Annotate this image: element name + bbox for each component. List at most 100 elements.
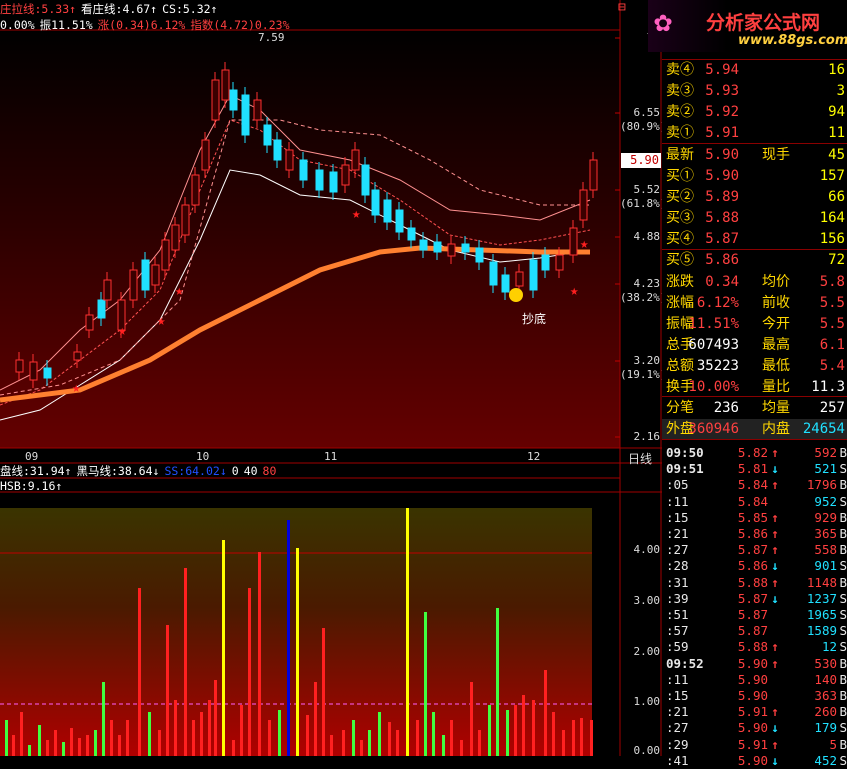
candle-body xyxy=(529,259,538,291)
quote-label2: 现手 xyxy=(762,147,790,163)
tick-volume: 592 xyxy=(814,445,837,460)
tick-price: 5.86 xyxy=(737,526,768,541)
sell-level-row[interactable]: 卖④ 5.94 16 xyxy=(662,60,847,81)
tick-volume: 363 xyxy=(814,688,837,703)
tick-row[interactable]: :05 5.84 ↑ 1796 B xyxy=(662,477,847,493)
tick-row[interactable]: :27 5.90 ↓ 179 S xyxy=(662,720,847,736)
tick-row[interactable]: :27 5.87 ↑ 558 B xyxy=(662,542,847,558)
stat-row[interactable]: 总额 35223 最低 5.4 xyxy=(662,356,847,377)
tick-price: 5.87 xyxy=(737,607,768,622)
volume-bar xyxy=(12,735,15,756)
arrow-up-icon: ↑ xyxy=(771,477,779,493)
stat-row[interactable]: 总手 607493 最高 6.1 xyxy=(662,335,847,356)
tick-row[interactable]: :15 5.90 363 B xyxy=(662,688,847,704)
sub-header-item: 盘线:31.94↑ xyxy=(0,464,72,478)
buy-level-row[interactable]: 买① 5.90 157 xyxy=(662,166,847,187)
main-header-line1: 庄拉线:5.33↑ 看庄线:4.67↑ CS:5.32↑ xyxy=(0,3,222,16)
tick-row[interactable]: :28 5.86 ↓ 901 S xyxy=(662,558,847,574)
quote-value2: 257 xyxy=(819,400,845,416)
quote-value2: 66 xyxy=(828,189,845,205)
main-header-item: 涨(0.34)6.12% xyxy=(97,18,186,32)
quote-label: 分笔 xyxy=(666,400,694,416)
arrow-up-icon: ↑ xyxy=(771,526,779,541)
volume-axis-label: 2.00 xyxy=(633,645,661,658)
latest-row[interactable]: 最新 5.90 现手 45 xyxy=(662,145,847,166)
sell-level-row[interactable]: 卖③ 5.93 3 xyxy=(662,81,847,102)
tick-time: :15 xyxy=(666,688,689,703)
volume-bar xyxy=(544,670,547,756)
candle-body xyxy=(273,139,282,161)
quote-value: 5.86 xyxy=(705,252,739,268)
quote-value: 5.90 xyxy=(705,147,739,163)
quote-value2: 5.4 xyxy=(819,358,845,374)
tick-time: :51 xyxy=(666,607,689,622)
tick-time: 09:52 xyxy=(666,655,704,671)
stat-row[interactable]: 涨幅 6.12% 前收 5.5 xyxy=(662,293,847,314)
tick-row[interactable]: 09:51 5.81 ↓ 521 S xyxy=(662,461,847,477)
quote-value2: 164 xyxy=(819,210,845,226)
tick-bs-flag: S xyxy=(839,720,847,736)
tick-row[interactable]: :39 5.87 ↓ 1237 S xyxy=(662,591,847,607)
volume-bar xyxy=(416,720,419,756)
tick-row[interactable]: :15 5.85 ↑ 929 B xyxy=(662,510,847,526)
tick-row[interactable]: :51 5.87 1965 S xyxy=(662,607,847,623)
stat-row[interactable]: 换手 10.00% 量比 11.3 xyxy=(662,377,847,398)
arrow-down-icon: ↓ xyxy=(771,590,779,606)
buy-level-row[interactable]: 买② 5.89 66 xyxy=(662,187,847,208)
stat-row[interactable]: 涨跌 0.34 均价 5.8 xyxy=(662,272,847,293)
tick-row[interactable]: :11 5.84 952 S xyxy=(662,494,847,510)
tick-row[interactable]: :31 5.88 ↑ 1148 B xyxy=(662,575,847,591)
period-label[interactable]: 日线 xyxy=(628,450,652,467)
tick-row[interactable]: :41 5.90 ↓ 452 S xyxy=(662,753,847,769)
candle-body xyxy=(29,361,38,381)
signal-star-icon: ★ xyxy=(570,283,579,299)
scroll-up-icon[interactable]: ⊟ xyxy=(618,0,626,15)
volume-bar xyxy=(184,568,187,756)
signal-star-icon: ★ xyxy=(72,380,81,396)
buy-level-row[interactable]: 买③ 5.88 164 xyxy=(662,208,847,229)
quote-value: 236 xyxy=(713,400,739,416)
volume-bar xyxy=(38,725,41,756)
volume-bar xyxy=(86,735,89,756)
outer-inner-row[interactable]: 外盘 360946 内盘 24654 xyxy=(662,419,847,440)
volume-bar xyxy=(54,730,57,756)
tick-volume: 365 xyxy=(814,526,837,541)
stat-row[interactable]: 分笔 236 均量 257 xyxy=(662,398,847,419)
volume-bar xyxy=(296,548,299,756)
volume-bar xyxy=(352,720,355,756)
tick-row[interactable]: :57 5.87 1589 S xyxy=(662,623,847,639)
buy-level-row[interactable]: 买④ 5.87 156 xyxy=(662,229,847,250)
tick-row[interactable]: :59 5.88 ↑ 12 S xyxy=(662,639,847,655)
tick-price: 5.84 xyxy=(737,493,768,509)
quote-value: 5.87 xyxy=(705,231,739,247)
chaodi-annotation: 抄底 xyxy=(522,312,547,326)
volume-bar xyxy=(222,540,225,756)
tick-volume: 1796 xyxy=(806,477,837,493)
tick-bs-flag: B xyxy=(839,542,847,558)
sell-level-row[interactable]: 卖② 5.92 94 xyxy=(662,102,847,123)
stat-row[interactable]: 振幅 11.51% 今开 5.5 xyxy=(662,314,847,335)
candle-body xyxy=(129,269,138,301)
tick-row[interactable]: :21 5.86 ↑ 365 B xyxy=(662,526,847,542)
tick-volume: 929 xyxy=(814,509,837,525)
volume-bar xyxy=(580,718,583,756)
sell-level-row[interactable]: 卖① 5.91 11 xyxy=(662,123,847,144)
tick-bs-flag: B xyxy=(839,671,847,687)
volume-bar xyxy=(314,682,317,756)
tick-volume: 5 xyxy=(829,736,837,752)
volume-bar xyxy=(148,712,151,756)
tick-bs-flag: B xyxy=(839,736,847,752)
tick-row[interactable]: 09:50 5.82 ↑ 592 B xyxy=(662,445,847,461)
tick-row[interactable]: :29 5.91 ↑ 5 B xyxy=(662,737,847,753)
arrow-up-icon: ↑ xyxy=(771,542,779,558)
quote-panel: 卖④ 5.94 16 卖③ 5.93 3 卖② 5.92 94 卖① 5.91 11 最新 5.90 现手 4… xyxy=(662,52,847,768)
quote-label2: 内盘 xyxy=(762,421,790,437)
tick-time: :11 xyxy=(666,671,689,687)
buy-level-row[interactable]: 买⑤ 5.86 72 xyxy=(662,250,847,271)
tick-row[interactable]: :21 5.91 ↑ 260 B xyxy=(662,704,847,720)
date-axis-label: 11 xyxy=(324,450,338,463)
upper-band-line xyxy=(0,94,591,391)
tick-row[interactable]: :11 5.90 140 B xyxy=(662,672,847,688)
sub-header-item: 80 xyxy=(262,464,277,478)
tick-row[interactable]: 09:52 5.90 ↑ 530 B xyxy=(662,656,847,672)
